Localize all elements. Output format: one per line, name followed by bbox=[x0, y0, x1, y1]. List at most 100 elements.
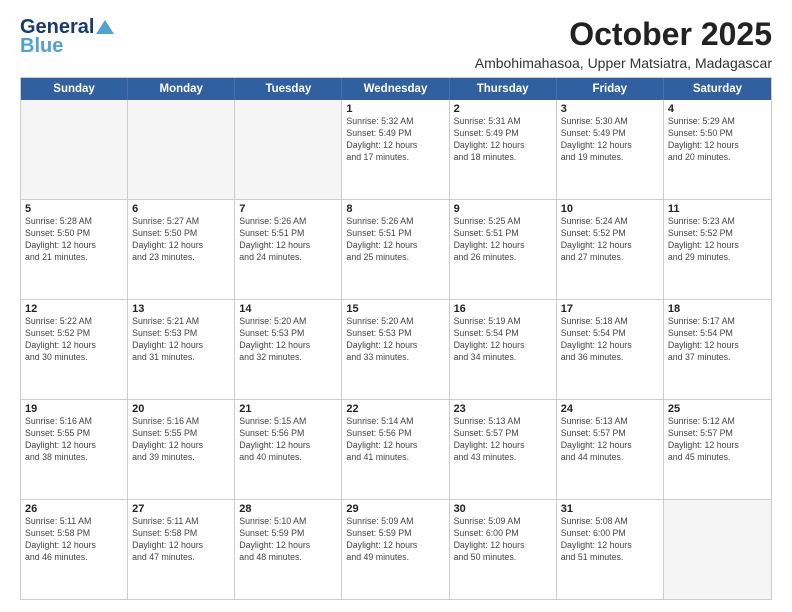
day-cell: 17Sunrise: 5:18 AM Sunset: 5:54 PM Dayli… bbox=[557, 300, 664, 399]
day-number: 22 bbox=[346, 403, 444, 415]
day-info: Sunrise: 5:11 AM Sunset: 5:58 PM Dayligh… bbox=[25, 516, 123, 564]
day-header-monday: Monday bbox=[128, 78, 235, 100]
header: General Blue October 2025 Ambohimahasoa,… bbox=[20, 16, 772, 71]
day-info: Sunrise: 5:17 AM Sunset: 5:54 PM Dayligh… bbox=[668, 316, 767, 364]
day-header-tuesday: Tuesday bbox=[235, 78, 342, 100]
day-cell: 5Sunrise: 5:28 AM Sunset: 5:50 PM Daylig… bbox=[21, 200, 128, 299]
day-number: 24 bbox=[561, 403, 659, 415]
day-info: Sunrise: 5:13 AM Sunset: 5:57 PM Dayligh… bbox=[454, 416, 552, 464]
day-info: Sunrise: 5:16 AM Sunset: 5:55 PM Dayligh… bbox=[132, 416, 230, 464]
day-number: 11 bbox=[668, 203, 767, 215]
day-number: 29 bbox=[346, 503, 444, 515]
week-row-4: 19Sunrise: 5:16 AM Sunset: 5:55 PM Dayli… bbox=[21, 399, 771, 499]
day-number: 10 bbox=[561, 203, 659, 215]
day-cell: 9Sunrise: 5:25 AM Sunset: 5:51 PM Daylig… bbox=[450, 200, 557, 299]
day-info: Sunrise: 5:23 AM Sunset: 5:52 PM Dayligh… bbox=[668, 216, 767, 264]
day-info: Sunrise: 5:27 AM Sunset: 5:50 PM Dayligh… bbox=[132, 216, 230, 264]
logo-blue: Blue bbox=[20, 35, 63, 58]
day-info: Sunrise: 5:10 AM Sunset: 5:59 PM Dayligh… bbox=[239, 516, 337, 564]
day-cell: 3Sunrise: 5:30 AM Sunset: 5:49 PM Daylig… bbox=[557, 100, 664, 199]
day-number: 4 bbox=[668, 103, 767, 115]
day-cell: 26Sunrise: 5:11 AM Sunset: 5:58 PM Dayli… bbox=[21, 500, 128, 599]
day-cell: 30Sunrise: 5:09 AM Sunset: 6:00 PM Dayli… bbox=[450, 500, 557, 599]
day-number: 2 bbox=[454, 103, 552, 115]
day-number: 3 bbox=[561, 103, 659, 115]
day-info: Sunrise: 5:20 AM Sunset: 5:53 PM Dayligh… bbox=[346, 316, 444, 364]
day-info: Sunrise: 5:15 AM Sunset: 5:56 PM Dayligh… bbox=[239, 416, 337, 464]
week-row-1: 1Sunrise: 5:32 AM Sunset: 5:49 PM Daylig… bbox=[21, 100, 771, 199]
day-number: 7 bbox=[239, 203, 337, 215]
day-info: Sunrise: 5:24 AM Sunset: 5:52 PM Dayligh… bbox=[561, 216, 659, 264]
subtitle: Ambohimahasoa, Upper Matsiatra, Madagasc… bbox=[475, 55, 772, 71]
day-info: Sunrise: 5:16 AM Sunset: 5:55 PM Dayligh… bbox=[25, 416, 123, 464]
day-number: 9 bbox=[454, 203, 552, 215]
day-number: 31 bbox=[561, 503, 659, 515]
day-number: 28 bbox=[239, 503, 337, 515]
day-number: 8 bbox=[346, 203, 444, 215]
day-cell: 12Sunrise: 5:22 AM Sunset: 5:52 PM Dayli… bbox=[21, 300, 128, 399]
day-cell bbox=[664, 500, 771, 599]
week-row-5: 26Sunrise: 5:11 AM Sunset: 5:58 PM Dayli… bbox=[21, 499, 771, 599]
day-cell: 13Sunrise: 5:21 AM Sunset: 5:53 PM Dayli… bbox=[128, 300, 235, 399]
day-number: 14 bbox=[239, 303, 337, 315]
day-cell: 19Sunrise: 5:16 AM Sunset: 5:55 PM Dayli… bbox=[21, 400, 128, 499]
day-number: 19 bbox=[25, 403, 123, 415]
day-cell: 1Sunrise: 5:32 AM Sunset: 5:49 PM Daylig… bbox=[342, 100, 449, 199]
day-info: Sunrise: 5:08 AM Sunset: 6:00 PM Dayligh… bbox=[561, 516, 659, 564]
day-number: 6 bbox=[132, 203, 230, 215]
day-number: 25 bbox=[668, 403, 767, 415]
day-info: Sunrise: 5:22 AM Sunset: 5:52 PM Dayligh… bbox=[25, 316, 123, 364]
day-number: 21 bbox=[239, 403, 337, 415]
day-info: Sunrise: 5:20 AM Sunset: 5:53 PM Dayligh… bbox=[239, 316, 337, 364]
day-info: Sunrise: 5:29 AM Sunset: 5:50 PM Dayligh… bbox=[668, 116, 767, 164]
day-info: Sunrise: 5:18 AM Sunset: 5:54 PM Dayligh… bbox=[561, 316, 659, 364]
day-cell: 23Sunrise: 5:13 AM Sunset: 5:57 PM Dayli… bbox=[450, 400, 557, 499]
day-info: Sunrise: 5:30 AM Sunset: 5:49 PM Dayligh… bbox=[561, 116, 659, 164]
day-number: 23 bbox=[454, 403, 552, 415]
day-number: 15 bbox=[346, 303, 444, 315]
day-cell: 28Sunrise: 5:10 AM Sunset: 5:59 PM Dayli… bbox=[235, 500, 342, 599]
day-number: 26 bbox=[25, 503, 123, 515]
day-number: 30 bbox=[454, 503, 552, 515]
day-header-saturday: Saturday bbox=[664, 78, 771, 100]
day-info: Sunrise: 5:12 AM Sunset: 5:57 PM Dayligh… bbox=[668, 416, 767, 464]
week-row-3: 12Sunrise: 5:22 AM Sunset: 5:52 PM Dayli… bbox=[21, 299, 771, 399]
day-cell: 11Sunrise: 5:23 AM Sunset: 5:52 PM Dayli… bbox=[664, 200, 771, 299]
day-info: Sunrise: 5:11 AM Sunset: 5:58 PM Dayligh… bbox=[132, 516, 230, 564]
day-info: Sunrise: 5:26 AM Sunset: 5:51 PM Dayligh… bbox=[346, 216, 444, 264]
day-cell: 15Sunrise: 5:20 AM Sunset: 5:53 PM Dayli… bbox=[342, 300, 449, 399]
week-row-2: 5Sunrise: 5:28 AM Sunset: 5:50 PM Daylig… bbox=[21, 199, 771, 299]
day-info: Sunrise: 5:09 AM Sunset: 5:59 PM Dayligh… bbox=[346, 516, 444, 564]
day-headers: SundayMondayTuesdayWednesdayThursdayFrid… bbox=[21, 78, 771, 100]
day-number: 16 bbox=[454, 303, 552, 315]
day-number: 20 bbox=[132, 403, 230, 415]
day-number: 17 bbox=[561, 303, 659, 315]
day-cell: 20Sunrise: 5:16 AM Sunset: 5:55 PM Dayli… bbox=[128, 400, 235, 499]
logo: General Blue bbox=[20, 16, 114, 58]
day-cell: 14Sunrise: 5:20 AM Sunset: 5:53 PM Dayli… bbox=[235, 300, 342, 399]
day-cell: 4Sunrise: 5:29 AM Sunset: 5:50 PM Daylig… bbox=[664, 100, 771, 199]
day-number: 13 bbox=[132, 303, 230, 315]
day-number: 5 bbox=[25, 203, 123, 215]
day-cell: 21Sunrise: 5:15 AM Sunset: 5:56 PM Dayli… bbox=[235, 400, 342, 499]
day-info: Sunrise: 5:26 AM Sunset: 5:51 PM Dayligh… bbox=[239, 216, 337, 264]
logo-icon bbox=[96, 18, 114, 36]
day-cell bbox=[128, 100, 235, 199]
day-info: Sunrise: 5:28 AM Sunset: 5:50 PM Dayligh… bbox=[25, 216, 123, 264]
day-cell: 10Sunrise: 5:24 AM Sunset: 5:52 PM Dayli… bbox=[557, 200, 664, 299]
day-cell: 31Sunrise: 5:08 AM Sunset: 6:00 PM Dayli… bbox=[557, 500, 664, 599]
day-info: Sunrise: 5:25 AM Sunset: 5:51 PM Dayligh… bbox=[454, 216, 552, 264]
day-cell: 6Sunrise: 5:27 AM Sunset: 5:50 PM Daylig… bbox=[128, 200, 235, 299]
day-info: Sunrise: 5:14 AM Sunset: 5:56 PM Dayligh… bbox=[346, 416, 444, 464]
day-number: 27 bbox=[132, 503, 230, 515]
day-info: Sunrise: 5:21 AM Sunset: 5:53 PM Dayligh… bbox=[132, 316, 230, 364]
title-block: October 2025 Ambohimahasoa, Upper Matsia… bbox=[475, 16, 772, 71]
day-info: Sunrise: 5:09 AM Sunset: 6:00 PM Dayligh… bbox=[454, 516, 552, 564]
day-info: Sunrise: 5:13 AM Sunset: 5:57 PM Dayligh… bbox=[561, 416, 659, 464]
day-cell: 7Sunrise: 5:26 AM Sunset: 5:51 PM Daylig… bbox=[235, 200, 342, 299]
day-cell: 27Sunrise: 5:11 AM Sunset: 5:58 PM Dayli… bbox=[128, 500, 235, 599]
day-header-sunday: Sunday bbox=[21, 78, 128, 100]
day-number: 1 bbox=[346, 103, 444, 115]
day-cell: 24Sunrise: 5:13 AM Sunset: 5:57 PM Dayli… bbox=[557, 400, 664, 499]
day-info: Sunrise: 5:31 AM Sunset: 5:49 PM Dayligh… bbox=[454, 116, 552, 164]
